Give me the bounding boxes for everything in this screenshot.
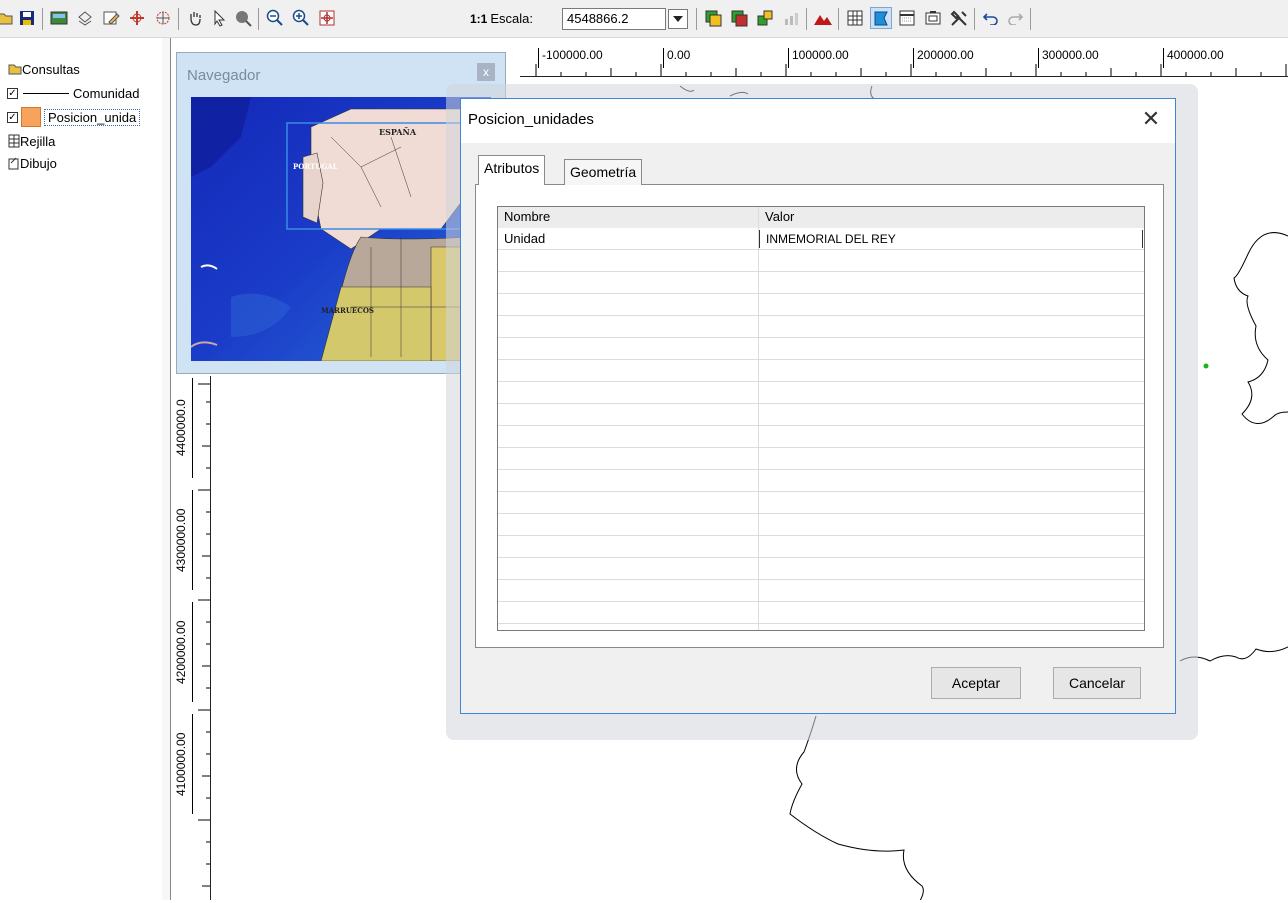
legend-item-dibujo[interactable]: Dibujo [8, 152, 57, 174]
horizontal-ruler: -100000.00 0.00 100000.00 200000.00 3000… [520, 38, 1288, 77]
legend-item-label: Comunidad [73, 85, 140, 101]
table-icon[interactable] [896, 7, 918, 29]
legend-item-comunidad[interactable]: ✓ Comunidad [7, 82, 140, 104]
attributes-dialog: Posicion_unidades ✕ Nombre Valor Unidad … [460, 98, 1176, 714]
ruler-label: 400000.00 [1163, 48, 1224, 68]
edit-layer-icon[interactable] [100, 7, 122, 29]
pan-hand-icon[interactable] [184, 7, 206, 29]
attribute-value-field[interactable]: INMEMORIAL DEL REY [759, 230, 1143, 248]
zoom-out-icon[interactable] [264, 7, 286, 29]
table-row [498, 536, 1144, 558]
dialog-title: Posicion_unidades [468, 111, 594, 128]
chevron-down-icon[interactable] [668, 9, 688, 29]
grid-icon [8, 134, 20, 148]
line-symbol-icon [23, 92, 69, 94]
grid-icon[interactable] [844, 7, 866, 29]
attribute-name-cell: Unidad [504, 231, 546, 246]
map-label: PORTUGAL [293, 162, 338, 171]
ruler-label: 100000.00 [788, 48, 849, 68]
close-icon[interactable]: x [477, 63, 495, 81]
terrain-icon[interactable] [812, 7, 834, 29]
ruler-label: 4300000.00 [174, 490, 193, 590]
table-row [498, 382, 1144, 404]
tab-atributos[interactable]: Atributos [478, 155, 546, 185]
legend-item-label: Dibujo [20, 155, 57, 171]
scale-label: 1:1 Escala: [470, 11, 533, 26]
table-row [498, 272, 1144, 294]
table-row [498, 338, 1144, 360]
close-icon[interactable]: ✕ [1139, 107, 1163, 131]
table-row [498, 580, 1144, 602]
layer-checkbox[interactable]: ✓ [7, 111, 18, 123]
info-tool-icon[interactable] [232, 7, 254, 29]
table-row [498, 602, 1144, 624]
layer-order-icon[interactable] [754, 7, 776, 29]
column-divider [758, 207, 759, 630]
map-label: MARRUECOS [321, 306, 374, 315]
legend-item-rejilla[interactable]: Rejilla [8, 130, 55, 152]
add-layer-icon[interactable] [74, 7, 96, 29]
map-label: ESPAÑA [379, 127, 417, 137]
identify-icon[interactable] [152, 7, 174, 29]
zoom-in-icon[interactable] [290, 7, 312, 29]
redo-icon[interactable] [1004, 7, 1026, 29]
table-row [498, 470, 1144, 492]
table-row [498, 294, 1144, 316]
dialog-titlebar[interactable]: Posicion_unidades ✕ [461, 99, 1175, 143]
table-row [498, 316, 1144, 338]
chart-icon[interactable] [780, 7, 802, 29]
full-extent-icon[interactable] [316, 7, 338, 29]
column-header-nombre[interactable]: Nombre [498, 207, 758, 228]
legend-item-label: Posicion_unida [44, 108, 141, 126]
table-row [498, 404, 1144, 426]
table-row [498, 558, 1144, 580]
scale-input[interactable]: 4548866.2 [562, 8, 666, 30]
legend-item-label: Rejilla [20, 133, 56, 149]
ruler-label: 4100000.00 [174, 714, 193, 814]
legend-item-label: Consultas [22, 61, 80, 77]
navigator-title: Navegador [187, 67, 261, 84]
table-row [498, 250, 1144, 272]
legend-item-posicion[interactable]: ✓ Posicion_unida [7, 106, 141, 128]
legend-item-consultas[interactable]: Consultas [8, 58, 80, 80]
ruler-label: 4400000.0 [174, 378, 193, 478]
accept-button[interactable]: Aceptar [931, 667, 1021, 699]
attribute-table[interactable]: Nombre Valor Unidad INMEMORIAL DEL REY [497, 206, 1145, 631]
column-header-valor[interactable]: Valor [758, 207, 800, 228]
ruler-label: -100000.00 [538, 48, 603, 68]
add-raster-icon[interactable] [48, 7, 70, 29]
polygon-select-icon[interactable] [870, 7, 892, 29]
vertical-ruler: 4400000.0 4300000.00 4200000.00 4100000.… [172, 376, 211, 900]
select-feature-icon[interactable] [126, 7, 148, 29]
add-layer-green-icon[interactable] [702, 7, 724, 29]
folder-icon [8, 64, 22, 75]
toolbar: 1:1 Escala: 4548866.2 [0, 0, 1288, 38]
table-row [498, 514, 1144, 536]
pointer-icon[interactable] [208, 7, 230, 29]
splitter[interactable] [162, 38, 171, 900]
table-row [498, 448, 1144, 470]
layer-legend: Consultas ✓ Comunidad ✓ Posicion_unida R… [0, 38, 163, 900]
table-row [498, 360, 1144, 382]
tools-icon[interactable] [948, 7, 970, 29]
cancel-button[interactable]: Cancelar [1053, 667, 1141, 699]
remove-layer-icon[interactable] [728, 7, 750, 29]
tab-panel: Nombre Valor Unidad INMEMORIAL DEL REY [475, 184, 1164, 648]
save-icon[interactable] [16, 7, 38, 29]
print-layout-icon[interactable] [922, 7, 944, 29]
fill-symbol-icon [21, 107, 41, 127]
table-row [498, 492, 1144, 514]
undo-icon[interactable] [980, 7, 1002, 29]
ruler-label: 300000.00 [1038, 48, 1099, 68]
table-header: Nombre Valor [498, 207, 1144, 229]
ruler-label: 0.00 [663, 48, 690, 68]
drawing-icon [8, 157, 19, 170]
open-icon[interactable] [0, 7, 16, 29]
ruler-label: 4200000.00 [174, 602, 193, 702]
tab-geometria[interactable]: Geometría [564, 159, 643, 185]
ruler-label: 200000.00 [913, 48, 974, 68]
table-row[interactable]: Unidad INMEMORIAL DEL REY [498, 228, 1144, 250]
table-row [498, 426, 1144, 448]
layer-checkbox[interactable]: ✓ [7, 87, 18, 99]
